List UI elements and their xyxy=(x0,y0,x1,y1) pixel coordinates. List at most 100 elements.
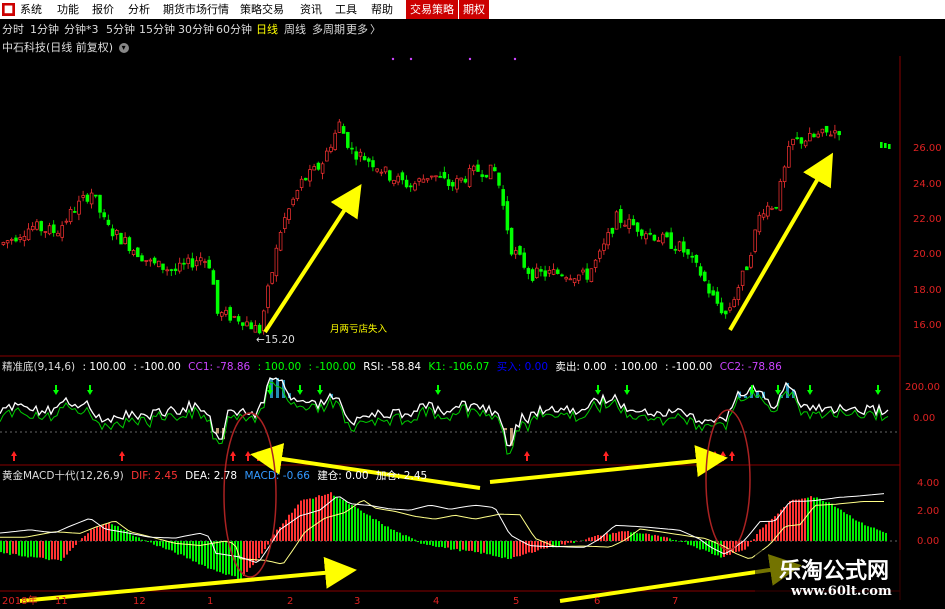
macd-bar xyxy=(207,541,209,569)
candle-body xyxy=(161,263,165,270)
candle-body xyxy=(266,285,270,308)
macd-bar xyxy=(369,515,371,541)
macd-bar xyxy=(39,541,41,558)
macd-bar xyxy=(606,533,608,541)
macd-bar xyxy=(21,541,23,557)
macd-bar xyxy=(285,519,287,541)
macd-bar xyxy=(858,521,860,541)
macd-arrow-left xyxy=(19,556,357,603)
ind2-value: 加仓: 2.45 xyxy=(375,470,428,482)
macd-bar xyxy=(459,541,461,552)
candle-body xyxy=(299,178,304,188)
macd-bar xyxy=(798,499,800,541)
candle-body xyxy=(698,266,703,276)
macd-bar xyxy=(531,541,533,553)
candle-body xyxy=(73,211,77,213)
macd-bar xyxy=(213,541,215,570)
macd-bar xyxy=(813,497,815,541)
candle-body xyxy=(249,322,253,330)
candle-body xyxy=(703,271,707,282)
trend-arrow-up-left xyxy=(263,183,362,334)
candle-body xyxy=(337,121,342,133)
candle-body xyxy=(329,146,333,152)
ind1-value: : -100.00 xyxy=(308,361,356,373)
macd-bar xyxy=(609,534,611,541)
candle-body xyxy=(127,237,132,252)
candle-body xyxy=(522,252,526,268)
macd-bar xyxy=(384,526,386,541)
highlight-ellipse-right xyxy=(705,409,751,551)
macd-bar xyxy=(69,541,71,551)
time-tick: 2018年 xyxy=(2,594,37,607)
candle-body xyxy=(745,266,749,271)
macd-bar xyxy=(861,522,863,541)
macd-bar xyxy=(99,526,101,541)
candle-body xyxy=(770,207,774,210)
macd-bar xyxy=(573,541,575,544)
macd-bar xyxy=(468,541,470,551)
price-tick: 24.00 xyxy=(913,179,942,190)
candle-body xyxy=(409,185,413,188)
candle-body xyxy=(539,269,543,272)
macd-bar xyxy=(564,541,566,545)
macd-bar xyxy=(258,541,260,559)
candle-body xyxy=(144,260,148,262)
candle-body xyxy=(417,178,421,182)
macd-bar xyxy=(159,541,161,547)
candle-body xyxy=(283,217,287,230)
candle-body xyxy=(257,324,262,334)
macd-bar xyxy=(9,541,11,555)
macd-bar xyxy=(48,541,50,561)
macd-bar xyxy=(444,541,446,549)
kline-chart[interactable]: ←15.20 月两亏店失入 26.00 24.00 22.00 20.00 18… xyxy=(0,0,945,609)
macd-bar xyxy=(699,541,701,550)
macd-bar xyxy=(210,541,212,570)
macd-bar xyxy=(186,541,188,559)
candle-body xyxy=(404,179,409,188)
macd-bar xyxy=(684,541,686,542)
macd-bar xyxy=(663,536,665,541)
candle-body xyxy=(375,168,379,172)
macd-bar xyxy=(768,521,770,541)
candle-body xyxy=(228,307,232,321)
macd-bar xyxy=(66,541,68,555)
candle-body xyxy=(467,168,472,187)
candle-body xyxy=(186,257,190,265)
candle-body xyxy=(560,274,564,277)
macd-bar xyxy=(120,529,122,541)
macd-bar xyxy=(336,497,338,541)
candle-body xyxy=(148,259,153,262)
macd-bar xyxy=(648,533,650,541)
macd-bar xyxy=(345,501,347,541)
candle-body xyxy=(262,310,266,332)
macd-bar xyxy=(12,541,14,554)
macd-bar xyxy=(375,519,377,541)
ind1-value: : -100.00 xyxy=(133,361,181,373)
macd-bar xyxy=(51,541,53,560)
candle-body xyxy=(757,214,762,233)
watermark-url: www.60lt.com xyxy=(791,584,892,599)
macd-bar xyxy=(792,499,794,541)
candle-body xyxy=(795,137,799,140)
macd-bar xyxy=(378,521,380,541)
macd-bar xyxy=(399,532,401,541)
macd-bar xyxy=(549,541,551,547)
price-tick: 18.00 xyxy=(913,285,942,296)
candle-body xyxy=(812,133,816,138)
candle-body xyxy=(413,183,417,191)
candle-body xyxy=(884,143,887,148)
macd-bar xyxy=(528,541,530,553)
candles-layer xyxy=(1,118,891,335)
candle-body xyxy=(320,163,325,174)
candle-body xyxy=(110,228,115,237)
macd-bar xyxy=(339,498,341,541)
candle-body xyxy=(131,250,136,255)
macd-bar xyxy=(534,541,536,552)
time-tick: 7 xyxy=(672,596,678,607)
candle-body xyxy=(673,248,678,251)
candle-body xyxy=(484,174,489,178)
macd-bar xyxy=(246,541,248,572)
macd-bar xyxy=(57,541,59,560)
candle-body xyxy=(295,190,300,200)
macd-bar xyxy=(237,541,239,579)
